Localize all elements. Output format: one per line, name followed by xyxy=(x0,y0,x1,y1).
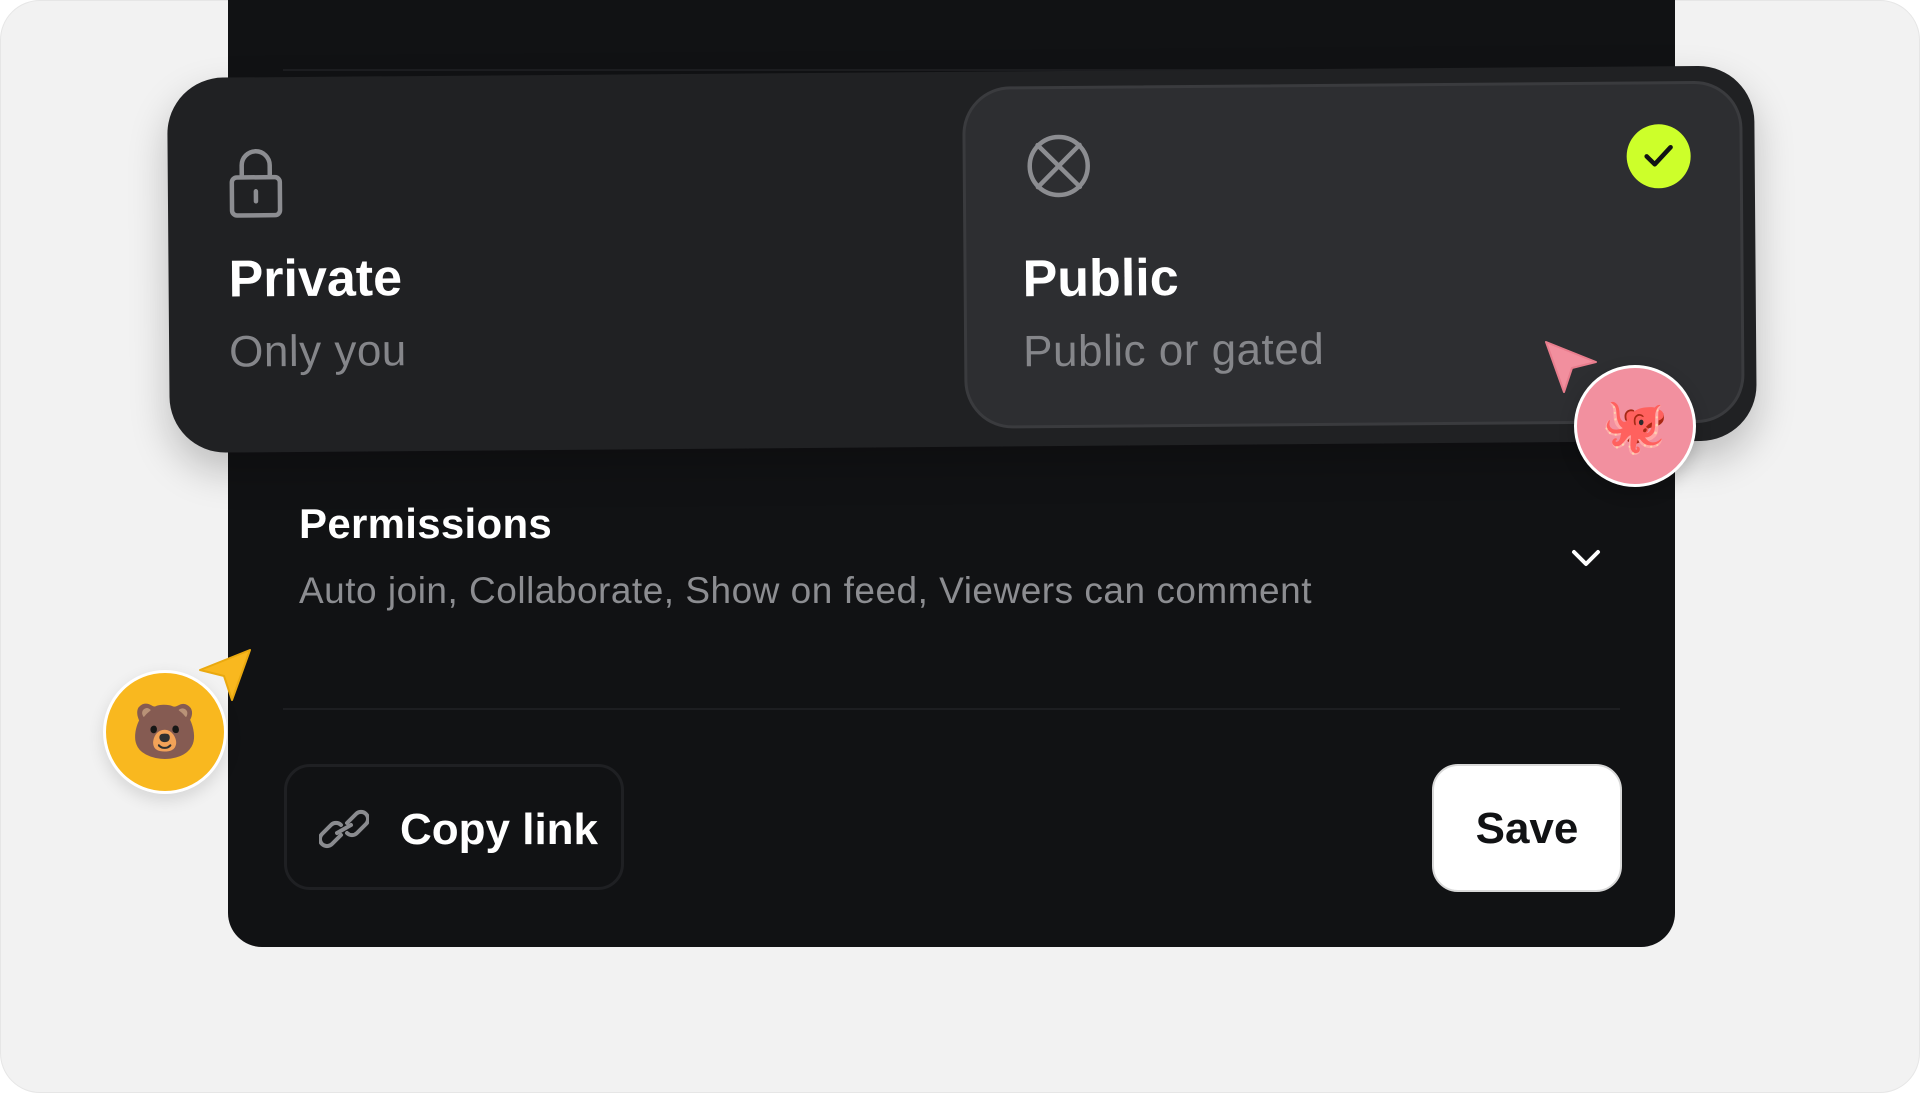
globe-slash-icon xyxy=(1027,134,1090,198)
visibility-selector: Private Only you Public Public or gated xyxy=(167,65,1757,453)
private-title: Private xyxy=(228,249,403,309)
link-icon xyxy=(319,809,369,849)
chevron-down-icon[interactable] xyxy=(1566,538,1606,578)
private-subtitle: Only you xyxy=(228,326,407,377)
selected-check-badge xyxy=(1626,124,1691,189)
copy-link-button[interactable]: Copy link xyxy=(284,764,624,890)
public-subtitle: Public or gated xyxy=(1022,324,1325,377)
lock-icon xyxy=(229,149,283,218)
save-label: Save xyxy=(1475,804,1579,853)
copy-link-label: Copy link xyxy=(400,805,599,854)
public-title: Public xyxy=(1022,249,1179,309)
divider xyxy=(283,708,1620,710)
permissions-row[interactable]: Permissions Auto join, Collaborate, Show… xyxy=(299,500,1619,630)
permissions-title: Permissions xyxy=(299,500,553,547)
check-icon xyxy=(1644,144,1673,167)
visibility-option-private[interactable]: Private Only you xyxy=(227,123,829,388)
permissions-summary: Auto join, Collaborate, Show on feed, Vi… xyxy=(299,570,1312,611)
collaborator-avatar: 🐙 xyxy=(1574,365,1696,487)
save-button[interactable]: Save xyxy=(1432,764,1622,892)
collaborator-avatar: 🐻 xyxy=(103,670,227,794)
